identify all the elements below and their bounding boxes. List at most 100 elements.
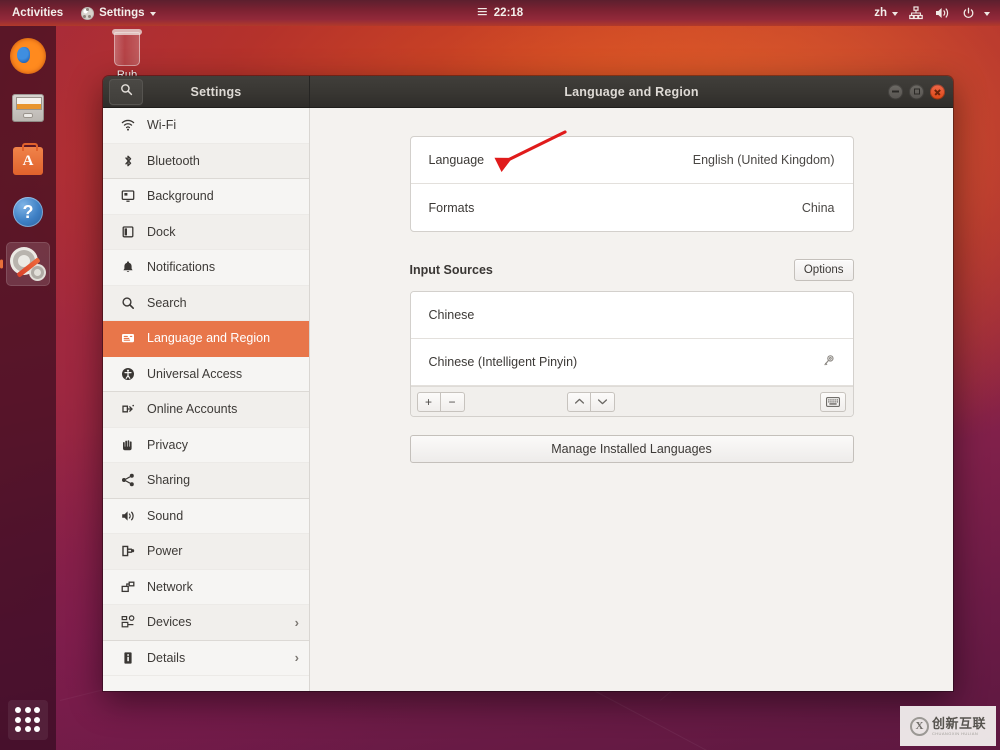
sidebar-item-online-accounts[interactable]: Online Accounts	[103, 392, 309, 428]
sidebar-item-sharing[interactable]: Sharing	[103, 463, 309, 499]
minimize-button[interactable]	[888, 84, 903, 99]
sidebar-item-label: Notifications	[147, 260, 216, 275]
volume-icon[interactable]	[930, 0, 955, 26]
dock-item-ubuntu-software[interactable]: A	[6, 138, 50, 182]
sidebar-item-label: Dock	[147, 224, 176, 239]
app-menu-label: Settings	[99, 7, 145, 19]
row-language[interactable]: Language English (United Kingdom)	[410, 137, 853, 184]
network-icon[interactable]	[904, 0, 928, 26]
gear-icon[interactable]	[821, 354, 835, 371]
row-formats[interactable]: Formats China	[411, 184, 853, 231]
language-formats-card: Language English (United Kingdom) Format…	[409, 136, 854, 232]
power-icon[interactable]	[957, 0, 980, 26]
remove-input-source-button[interactable]: −	[440, 391, 465, 412]
sidebar-item-dock[interactable]: Dock	[103, 214, 309, 250]
chevron-right-icon: ›	[294, 650, 299, 666]
sidebar-item-search[interactable]: Search	[103, 285, 309, 321]
ubuntu-software-glyph: A	[13, 143, 43, 175]
row-label: Language	[428, 153, 485, 167]
manage-button-label: Manage Installed Languages	[551, 442, 712, 456]
privacy-hand-icon	[117, 438, 139, 452]
sidebar-item-sound[interactable]: Sound	[103, 499, 309, 534]
dock: A ?	[0, 26, 56, 750]
chevron-down-icon[interactable]	[982, 0, 996, 26]
settings-content: Language English (United Kingdom) Format…	[310, 108, 953, 691]
keyboard-layout-label: zh	[874, 7, 887, 19]
watermark-english: CHUANGXIN HULIAN	[931, 730, 979, 736]
firefox-icon	[10, 38, 46, 74]
input-source-row[interactable]: Chinese	[410, 292, 853, 339]
sidebar-item-network[interactable]: Network	[103, 570, 309, 605]
dock-item-settings[interactable]	[6, 242, 50, 286]
sidebar-item-label: Sharing	[147, 473, 191, 488]
titlebar-left-pane: Settings	[103, 76, 310, 107]
sidebar-item-power[interactable]: Power	[103, 534, 309, 570]
system-status-area[interactable]: zh	[870, 0, 996, 26]
language-icon	[117, 331, 139, 345]
input-sources-toolbar: + −	[410, 386, 853, 416]
titlebar-right-pane: Language and Region	[310, 76, 953, 107]
info-icon	[117, 651, 139, 665]
manage-installed-languages-button[interactable]: Manage Installed Languages	[409, 435, 854, 463]
sidebar-item-language-and-region[interactable]: Language and Region	[103, 321, 309, 357]
input-source-row[interactable]: Chinese (Intelligent Pinyin)	[410, 339, 853, 386]
close-button[interactable]	[930, 84, 945, 99]
section-title: Input Sources	[409, 263, 493, 277]
search-button[interactable]	[109, 78, 143, 105]
help-icon: ?	[10, 194, 46, 230]
sidebar-item-notifications[interactable]: Notifications	[103, 250, 309, 286]
sidebar-item-label: Details	[147, 650, 186, 665]
sidebar-item-label: Background	[147, 189, 214, 204]
sidebar-item-details[interactable]: Details ›	[103, 641, 309, 676]
sidebar-item-label: Network	[147, 579, 193, 594]
share-icon	[117, 473, 139, 487]
clock-button[interactable]: 22:18	[477, 0, 523, 26]
dock-item-help[interactable]: ?	[6, 190, 50, 234]
sidebar-item-label: Language and Region	[147, 331, 271, 346]
watermark-text: 创新互联 CHUANGXIN HULIAN	[932, 717, 986, 736]
window-title: Language and Region	[564, 84, 699, 99]
top-bar: Activities Settings 22:18 zh	[0, 0, 1000, 26]
input-sources-card: Chinese Chinese (Intelligent Pinyin) + −	[409, 291, 854, 417]
ubuntu-software-icon: A	[10, 142, 46, 178]
dock-item-files[interactable]	[6, 86, 50, 130]
row-label: Formats	[428, 200, 475, 215]
power-plug-icon	[117, 544, 139, 558]
network-icon	[117, 580, 139, 594]
sidebar-item-devices[interactable]: Devices ›	[103, 605, 309, 641]
maximize-button[interactable]	[909, 84, 924, 99]
sidebar-item-bluetooth[interactable]: Bluetooth	[103, 143, 309, 179]
help-glyph: ?	[13, 197, 43, 227]
desktop-icon-trash[interactable]: Rub	[92, 29, 162, 81]
sidebar-item-label: Privacy	[147, 437, 188, 452]
menu-lines-icon	[477, 6, 488, 20]
sidebar-item-background[interactable]: Background	[103, 179, 309, 215]
show-applications-button[interactable]	[8, 700, 48, 740]
files-icon	[10, 90, 46, 126]
search-icon	[120, 83, 133, 101]
options-button[interactable]: Options	[793, 259, 854, 281]
search-icon	[117, 296, 139, 310]
keyboard-layout-indicator[interactable]: zh	[870, 0, 902, 26]
background-icon	[117, 189, 139, 203]
activities-button[interactable]: Activities	[3, 0, 72, 26]
sidebar-item-label: Online Accounts	[147, 402, 238, 417]
watermark-mark: X	[909, 716, 929, 736]
add-input-source-button[interactable]: +	[416, 391, 441, 412]
activities-label: Activities	[12, 7, 64, 19]
row-value: China	[801, 200, 835, 215]
move-up-button[interactable]	[567, 391, 592, 412]
settings-pane-title: Settings	[190, 84, 242, 99]
sidebar-item-label: Devices	[147, 615, 192, 630]
desktop: Activities Settings 22:18 zh A ? Rub Set…	[0, 0, 1000, 750]
watermark: X 创新互联 CHUANGXIN HULIAN	[900, 706, 996, 746]
sidebar-item-privacy[interactable]: Privacy	[103, 428, 309, 463]
window-body: Wi-Fi Bluetooth Background Dock Notifica…	[103, 108, 953, 691]
move-down-button[interactable]	[591, 391, 616, 412]
sidebar-item-universal-access[interactable]: Universal Access	[103, 357, 309, 392]
dock-item-firefox[interactable]	[6, 34, 50, 78]
keyboard-icon[interactable]	[820, 391, 847, 412]
app-menu-button[interactable]: Settings	[72, 0, 164, 26]
sidebar-item-label: Sound	[147, 508, 184, 523]
sidebar-item-wifi[interactable]: Wi-Fi	[103, 108, 309, 144]
